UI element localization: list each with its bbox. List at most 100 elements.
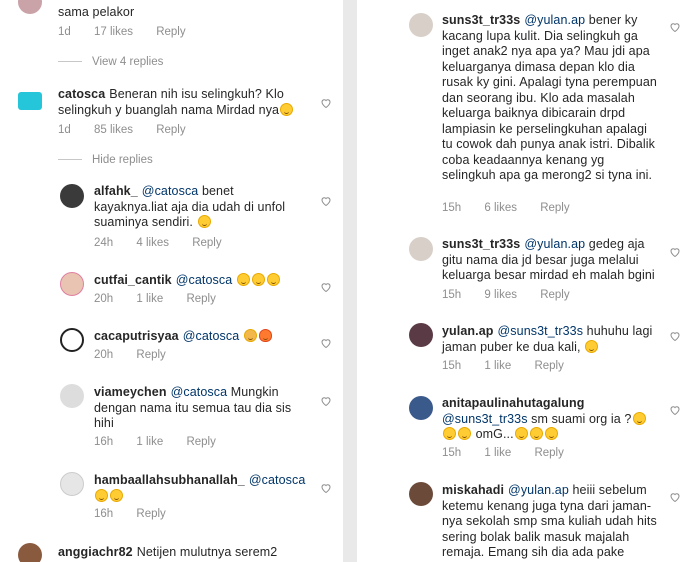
like-count[interactable]: 9 likes (484, 289, 517, 301)
reply-body: suns3t_tr33s @yulan.ap gedeg aja gitu nam… (442, 237, 657, 284)
like-count[interactable]: 1 like (484, 360, 511, 372)
reply-meta: 20h Reply (94, 349, 186, 361)
username[interactable]: suns3t_tr33s (442, 13, 520, 27)
avatar[interactable] (409, 237, 433, 261)
username[interactable]: miskahadi (442, 483, 504, 497)
reply-time: 16h (94, 508, 114, 520)
avatar[interactable] (60, 184, 84, 208)
avatar[interactable] (18, 543, 42, 562)
avatar[interactable] (60, 272, 84, 296)
like-count[interactable]: 4 likes (136, 237, 169, 249)
comment-text: Netijen mulutnya serem2 (136, 545, 278, 559)
heart-outline-icon[interactable] (320, 195, 332, 207)
username[interactable]: catosca (58, 87, 105, 101)
reply-link[interactable]: Reply (534, 447, 563, 459)
avatar[interactable] (60, 328, 84, 352)
reply-meta: 15h 6 likes Reply (442, 202, 590, 214)
heart-outline-icon[interactable] (669, 404, 681, 416)
reply-link[interactable]: Reply (540, 289, 569, 301)
heart-outline-icon[interactable] (669, 330, 681, 342)
reply-body: viameychen @catosca Mungkin dengan nama i… (94, 385, 309, 432)
grin-emoji-icon (266, 273, 280, 286)
username[interactable]: viameychen (94, 385, 167, 399)
username[interactable]: alfahk_ (94, 184, 138, 198)
like-count[interactable]: 1 like (136, 293, 163, 305)
username[interactable]: suns3t_tr33s (442, 237, 520, 251)
surprised-emoji-icon (529, 427, 543, 440)
reply-meta: 16h 1 like Reply (94, 436, 236, 448)
grin-emoji-icon (251, 273, 265, 286)
reply-time: 20h (94, 293, 114, 305)
surprised-emoji-icon (458, 427, 471, 440)
reply-body: alfahk_ @catosca benet kayaknya.liat aja … (94, 184, 309, 231)
mention-link[interactable]: @catosca (142, 184, 199, 198)
avatar-catosca[interactable] (18, 92, 42, 110)
mention-link[interactable]: @suns3t_tr33s (498, 324, 584, 338)
heart-outline-icon[interactable] (669, 246, 681, 258)
thread-line (58, 159, 82, 161)
username[interactable]: cacaputrisyaa (94, 329, 179, 343)
username[interactable]: cutfai_cantik (94, 273, 172, 287)
mention-link[interactable]: @yulan.ap (524, 237, 585, 251)
comment-time: 1d (58, 26, 71, 38)
heart-outline-icon[interactable] (320, 482, 332, 494)
mention-link[interactable]: @yulan.ap (524, 13, 585, 27)
reply-body: anitapaulinahutagalung @suns3t_tr33s sm … (442, 396, 657, 443)
reply-link[interactable]: Reply (540, 202, 569, 214)
like-count[interactable]: 6 likes (484, 202, 517, 214)
reply-time: 15h (442, 360, 462, 372)
heart-outline-icon[interactable] (320, 395, 332, 407)
hide-replies-label: Hide replies (92, 154, 153, 166)
like-count[interactable]: 85 likes (94, 124, 133, 136)
grin-emoji-icon (95, 488, 108, 502)
heart-outline-icon[interactable] (320, 337, 332, 349)
avatar[interactable] (60, 472, 84, 496)
mention-link[interactable]: @catosca (176, 273, 233, 287)
surprised-emoji-icon (514, 427, 528, 440)
reply-link[interactable]: Reply (136, 508, 165, 520)
clap-emoji-icon (243, 329, 257, 342)
mention-link[interactable]: @suns3t_tr33s (442, 412, 528, 426)
reply-body: cutfai_cantik @catosca (94, 273, 309, 289)
reply-body: miskahadi @yulan.ap heiii sebelum ketemu … (442, 483, 657, 562)
avatar[interactable] (60, 384, 84, 408)
reply-link[interactable]: Reply (186, 293, 215, 305)
reply-meta: 24h 4 likes Reply (94, 237, 242, 249)
username[interactable]: yulan.ap (442, 324, 494, 338)
avatar[interactable] (409, 396, 433, 420)
reply-link[interactable]: Reply (192, 237, 221, 249)
like-count[interactable]: 1 like (484, 447, 511, 459)
mention-link[interactable]: @catosca (183, 329, 240, 343)
reply-body: cacaputrisyaa @catosca (94, 329, 309, 345)
view-replies-link[interactable]: View 4 replies (58, 56, 163, 68)
mention-link[interactable]: @yulan.ap (508, 483, 569, 497)
username[interactable]: hambaallahsubhanallah_ (94, 473, 245, 487)
heart-outline-icon[interactable] (669, 491, 681, 503)
username[interactable]: anitapaulinahutagalung (442, 396, 584, 410)
reply-link[interactable]: Reply (534, 360, 563, 372)
avatar[interactable] (409, 482, 433, 506)
reply-link[interactable]: Reply (156, 26, 185, 38)
comment-body: catosca Beneran nih isu selingkuh? Klo se… (58, 87, 308, 118)
reply-time: 24h (94, 237, 114, 249)
like-count[interactable]: 1 like (136, 436, 163, 448)
mention-link[interactable]: @catosca (171, 385, 228, 399)
avatar[interactable] (18, 0, 42, 14)
reply-link[interactable]: Reply (156, 124, 185, 136)
heart-outline-icon[interactable] (320, 97, 332, 109)
like-count[interactable]: 17 likes (94, 26, 133, 38)
heart-outline-icon[interactable] (669, 21, 681, 33)
mention-link[interactable]: @catosca (249, 473, 306, 487)
reply-meta: 16h Reply (94, 508, 186, 520)
reply-link[interactable]: Reply (136, 349, 165, 361)
reply-link[interactable]: Reply (186, 436, 215, 448)
right-comments-panel: suns3t_tr33s @yulan.ap bener ky kacang lu… (357, 0, 700, 562)
avatar[interactable] (409, 323, 433, 347)
comment-text: sama pelakor (58, 5, 135, 19)
hide-replies-link[interactable]: Hide replies (58, 154, 153, 166)
avatar[interactable] (409, 13, 433, 37)
reply-text-2: omG... (475, 427, 514, 441)
heart-outline-icon[interactable] (320, 281, 332, 293)
panel-divider (343, 0, 357, 562)
username[interactable]: anggiachr82 (58, 545, 133, 559)
